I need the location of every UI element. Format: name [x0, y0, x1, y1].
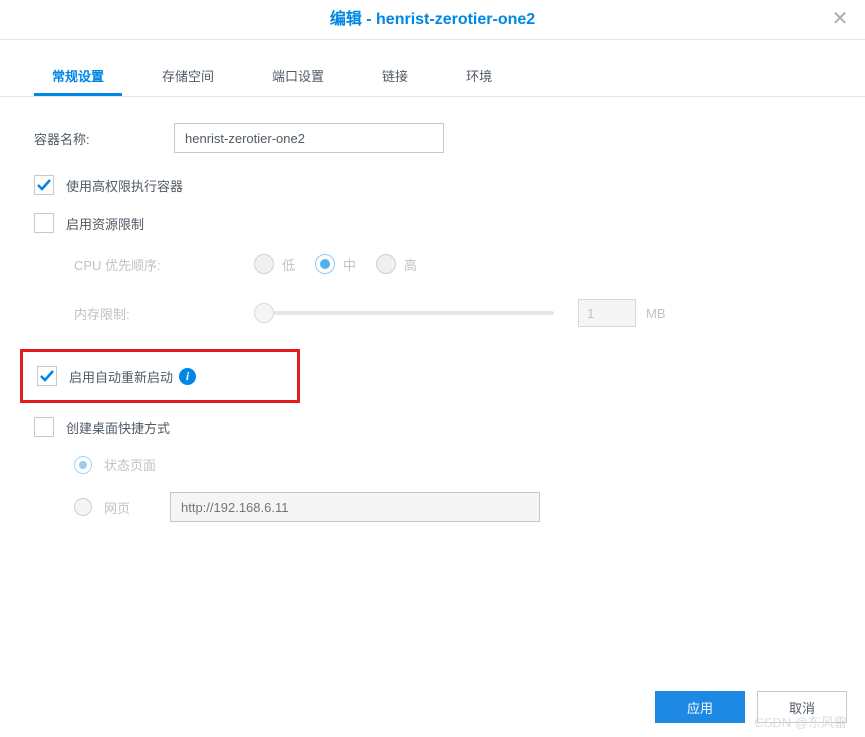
dialog-content: 容器名称: 使用高权限执行容器 启用资源限制 CPU 优先顺序: 低 中 高 — [0, 97, 865, 522]
tab-env[interactable]: 环境 — [448, 58, 510, 96]
cpu-priority-label: CPU 优先顺序: — [74, 255, 254, 274]
shortcut-options: 状态页面 网页 — [34, 455, 831, 522]
check-icon — [36, 177, 52, 193]
memory-limit-row: 内存限制: MB — [34, 299, 831, 327]
close-icon[interactable]: ✕ — [829, 8, 851, 30]
tab-ports[interactable]: 端口设置 — [254, 58, 342, 96]
check-icon — [39, 368, 55, 384]
info-icon[interactable]: i — [179, 368, 196, 385]
cpu-low-radio[interactable] — [254, 254, 274, 274]
cpu-high-radio[interactable] — [376, 254, 396, 274]
edit-container-dialog: 编辑 - henrist-zerotier-one2 ✕ 常规设置 存储空间 端… — [0, 0, 865, 737]
memory-value-input — [578, 299, 636, 327]
memory-slider[interactable] — [254, 311, 554, 315]
webpage-label: 网页 — [104, 498, 160, 517]
resource-limit-label: 启用资源限制 — [66, 214, 144, 233]
dialog-header: 编辑 - henrist-zerotier-one2 ✕ — [0, 0, 865, 40]
cpu-low-label: 低 — [282, 255, 295, 274]
webpage-radio[interactable] — [74, 498, 92, 516]
memory-unit-label: MB — [646, 306, 666, 321]
create-shortcut-label: 创建桌面快捷方式 — [66, 418, 170, 437]
cpu-mid-label: 中 — [343, 255, 356, 274]
tab-links[interactable]: 链接 — [364, 58, 426, 96]
high-privilege-row: 使用高权限执行容器 — [34, 175, 831, 195]
slider-thumb-icon[interactable] — [254, 303, 274, 323]
resource-limit-row: 启用资源限制 — [34, 213, 831, 233]
tab-bar: 常规设置 存储空间 端口设置 链接 环境 — [0, 58, 865, 97]
cpu-priority-group: 低 中 高 — [254, 254, 437, 274]
dialog-footer: 应用 取消 — [655, 691, 847, 723]
status-page-label: 状态页面 — [104, 455, 156, 474]
memory-limit-label: 内存限制: — [74, 304, 254, 323]
dialog-title: 编辑 - henrist-zerotier-one2 — [330, 11, 535, 28]
apply-button[interactable]: 应用 — [655, 691, 745, 723]
memory-slider-wrap: MB — [254, 299, 831, 327]
tab-storage[interactable]: 存储空间 — [144, 58, 232, 96]
auto-restart-highlight: 启用自动重新启动 i — [20, 349, 300, 403]
resource-limit-checkbox[interactable] — [34, 213, 54, 233]
high-privilege-checkbox[interactable] — [34, 175, 54, 195]
container-name-input[interactable] — [174, 123, 444, 153]
auto-restart-checkbox[interactable] — [37, 366, 57, 386]
auto-restart-label: 启用自动重新启动 — [69, 367, 173, 386]
create-shortcut-row: 创建桌面快捷方式 — [34, 417, 831, 437]
cpu-mid-radio[interactable] — [315, 254, 335, 274]
cancel-button[interactable]: 取消 — [757, 691, 847, 723]
status-page-row: 状态页面 — [74, 455, 831, 474]
container-name-label: 容器名称: — [34, 129, 174, 148]
cpu-priority-row: CPU 优先顺序: 低 中 高 — [34, 251, 831, 277]
tab-general[interactable]: 常规设置 — [34, 58, 122, 96]
high-privilege-label: 使用高权限执行容器 — [66, 176, 183, 195]
create-shortcut-checkbox[interactable] — [34, 417, 54, 437]
status-page-radio[interactable] — [74, 456, 92, 474]
cpu-high-label: 高 — [404, 255, 417, 274]
container-name-row: 容器名称: — [34, 123, 831, 153]
webpage-row: 网页 — [74, 492, 831, 522]
webpage-url-input — [170, 492, 540, 522]
